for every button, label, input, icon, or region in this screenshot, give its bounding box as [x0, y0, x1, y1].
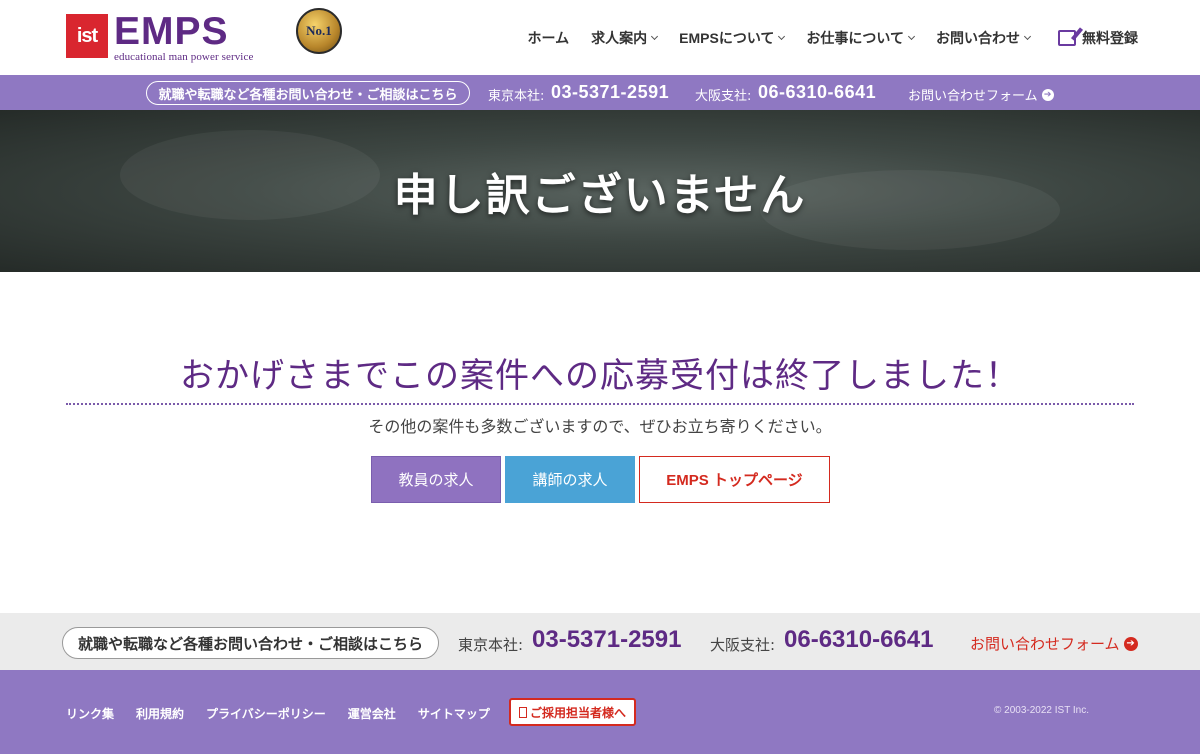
tokyo-phone[interactable]: 03-5371-2591	[532, 626, 681, 654]
tokyo-office-label: 東京本社:	[458, 636, 524, 654]
osaka-phone[interactable]: 06-6310-6641	[758, 82, 876, 103]
footer-link-links[interactable]: リンク集	[66, 705, 114, 722]
nav-item-register[interactable]: 無料登録	[1058, 28, 1138, 48]
teacher-jobs-button[interactable]: 教員の求人	[371, 456, 501, 503]
footer-link-company[interactable]: 運営会社	[348, 705, 396, 722]
nav-item-about-emps[interactable]: EMPSについて	[679, 28, 786, 48]
site-footer: リンク集 利用規約 プライバシーポリシー 運営会社 サイトマップ ご採用担当者様…	[0, 670, 1200, 754]
chevron-down-icon	[907, 32, 916, 40]
recruiter-button[interactable]: ご採用担当者様へ	[509, 698, 636, 726]
tokyo-office-label: 東京本社:	[488, 89, 545, 104]
footer-links: リンク集 利用規約 プライバシーポリシー 運営会社 サイトマップ	[66, 705, 512, 722]
arrow-right-circle-icon: ➔	[1041, 88, 1054, 101]
nav-item-jobs[interactable]: 求人案内	[591, 28, 659, 48]
osaka-phone[interactable]: 06-6310-6641	[784, 626, 933, 654]
page-title: 申し訳ございません	[393, 170, 807, 221]
arrow-right-circle-icon: ➔	[1123, 636, 1138, 651]
contact-form-link[interactable]: お問い合わせフォーム ➔	[970, 633, 1138, 654]
footer-link-terms[interactable]: 利用規約	[136, 705, 184, 722]
main-nav: ホーム 求人案内 EMPSについて お仕事について お問い合わせ 無料登録	[506, 0, 1138, 75]
chevron-down-icon	[1023, 32, 1032, 40]
site-logo[interactable]: ist EMPS educational man power service	[66, 10, 254, 63]
award-medal-icon: No.1	[296, 8, 342, 54]
lecturer-jobs-button[interactable]: 講師の求人	[505, 456, 635, 503]
document-icon	[518, 706, 527, 718]
nav-item-home[interactable]: ホーム	[528, 28, 570, 48]
top-contact-bar: 就職や転職など各種お問い合わせ・ご相談はこちら 東京本社: 03-5371-25…	[0, 75, 1200, 110]
closed-notice-heading: おかげさまでこの案件への応募受付は終了しました！	[66, 348, 1134, 405]
copyright: © 2003-2022 IST Inc.	[994, 705, 1090, 716]
chevron-down-icon	[651, 32, 659, 40]
contact-inquiry-pill[interactable]: 就職や転職など各種お問い合わせ・ご相談はこちら	[62, 627, 439, 659]
closed-notice-subtext: その他の案件も多数ございますので、ぜひお立ち寄りください。	[368, 417, 832, 436]
nav-item-about-work[interactable]: お仕事について	[806, 28, 916, 48]
tokyo-phone[interactable]: 03-5371-2591	[551, 82, 669, 103]
osaka-office-label: 大阪支社:	[710, 636, 776, 654]
emps-top-page-button[interactable]: EMPS トップページ	[639, 456, 830, 503]
edit-icon	[1058, 29, 1076, 46]
logo-tagline: educational man power service	[114, 51, 254, 63]
nav-item-contact[interactable]: お問い合わせ	[936, 28, 1032, 48]
no1-award-badge: No.1	[290, 8, 348, 68]
footer-link-sitemap[interactable]: サイトマップ	[418, 705, 490, 722]
action-buttons: 教員の求人 講師の求人 EMPS トップページ	[371, 456, 834, 503]
osaka-office-label: 大阪支社:	[695, 89, 752, 104]
hero-banner: 申し訳ございません	[0, 110, 1200, 272]
ist-logo-mark: ist	[66, 14, 108, 58]
bottom-contact-bar: 就職や転職など各種お問い合わせ・ご相談はこちら 東京本社: 03-5371-25…	[0, 613, 1200, 670]
logo-wordmark: EMPS	[114, 10, 229, 53]
contact-form-link[interactable]: お問い合わせフォーム ➔	[908, 85, 1054, 104]
contact-inquiry-pill[interactable]: 就職や転職など各種お問い合わせ・ご相談はこちら	[146, 81, 470, 105]
chevron-down-icon	[778, 32, 786, 40]
footer-link-privacy[interactable]: プライバシーポリシー	[206, 705, 326, 722]
site-header: ist EMPS educational man power service N…	[0, 0, 1200, 75]
